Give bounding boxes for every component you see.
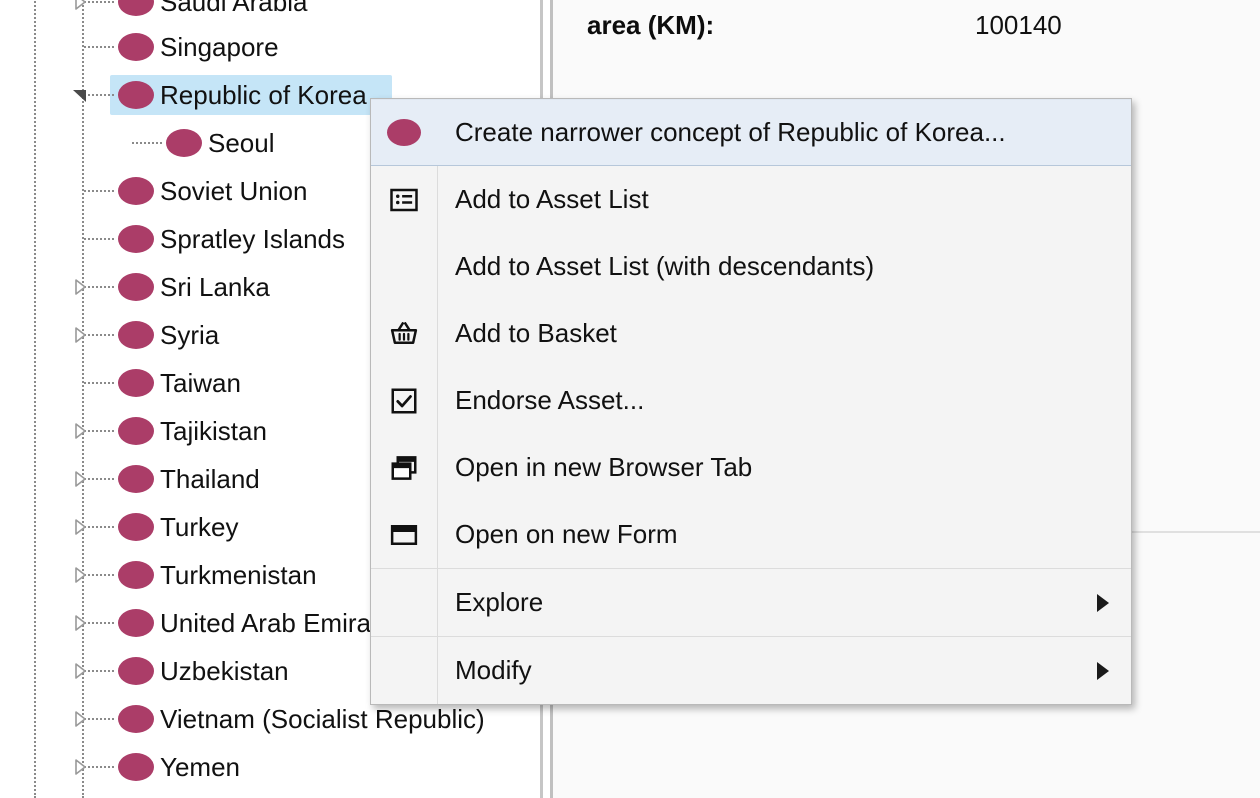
concept-circle-icon <box>118 513 154 541</box>
tree-connector-line <box>132 142 162 144</box>
tree-expand-arrow-icon[interactable] <box>70 564 90 586</box>
tree-expand-arrow-icon[interactable] <box>70 516 90 538</box>
submenu-arrow-icon <box>1097 594 1109 612</box>
tree-node-label: Seoul <box>208 121 275 165</box>
tree-node-label: Singapore <box>160 25 279 69</box>
concept-circle-icon <box>118 753 154 781</box>
tree-node-label: Republic of Korea <box>160 73 367 117</box>
context-menu-item-icon-slot <box>371 434 437 501</box>
tree-node-label: Uzbekistan <box>160 649 289 693</box>
context-menu-item-label: Modify <box>455 655 532 686</box>
context-menu-item-icon-slot <box>371 166 437 233</box>
tree-node-label: Thailand <box>160 457 260 501</box>
tree-expand-arrow-icon[interactable] <box>70 420 90 442</box>
detail-field-label: area (KM): <box>587 5 714 45</box>
context-menu-item-icon-slot <box>371 233 437 300</box>
tree-expand-arrow-icon[interactable] <box>70 612 90 634</box>
context-menu-item[interactable]: Create narrower concept of Republic of K… <box>371 99 1131 166</box>
tree-node-label: Syria <box>160 313 219 357</box>
tree-node-row[interactable]: Saudi Arabia <box>0 0 540 24</box>
context-menu-item-icon-slot <box>371 501 437 568</box>
tree-node-label: Spratley Islands <box>160 217 345 261</box>
context-menu-item-icon-slot <box>371 569 437 636</box>
tree-node-label: United Arab Emirates <box>160 601 406 645</box>
concept-circle-icon <box>118 609 154 637</box>
context-menu-item-icon-slot <box>371 367 437 434</box>
concept-circle-icon <box>118 177 154 205</box>
concept-circle-icon <box>118 657 154 685</box>
context-menu-item-label: Create narrower concept of Republic of K… <box>455 117 1006 148</box>
tree-collapse-arrow-icon[interactable] <box>70 84 90 106</box>
context-menu-item[interactable]: Modify <box>371 637 1131 704</box>
context-menu-item-icon-slot <box>371 637 437 704</box>
tree-node-label: Yemen <box>160 745 240 789</box>
context-menu[interactable]: Create narrower concept of Republic of K… <box>370 98 1132 705</box>
tree-expand-arrow-icon[interactable] <box>70 0 90 13</box>
concept-circle-icon <box>118 33 154 61</box>
submenu-arrow-icon <box>1097 662 1109 680</box>
context-menu-item-icon-slot <box>371 300 437 367</box>
tree-expand-arrow-icon[interactable] <box>70 276 90 298</box>
tree-expand-arrow-icon[interactable] <box>70 708 90 730</box>
context-menu-item[interactable]: Open in new Browser Tab <box>371 434 1131 501</box>
context-menu-item-label: Open in new Browser Tab <box>455 452 752 483</box>
context-menu-item-label: Add to Asset List <box>455 184 649 215</box>
detail-field-value: 100140 <box>975 5 1062 45</box>
concept-circle-icon <box>118 0 154 16</box>
concept-circle-icon <box>118 321 154 349</box>
window-icon <box>389 520 419 550</box>
context-menu-item[interactable]: Add to Asset List <box>371 166 1131 233</box>
tree-node-label: Soviet Union <box>160 169 307 213</box>
context-menu-item-label: Add to Asset List (with descendants) <box>455 251 874 282</box>
concept-circle-icon <box>118 369 154 397</box>
concept-circle-icon <box>118 465 154 493</box>
context-menu-item[interactable]: Endorse Asset... <box>371 367 1131 434</box>
checkbox-check-icon <box>389 386 419 416</box>
concept-circle-icon <box>118 561 154 589</box>
tree-node-row[interactable]: Singapore <box>0 25 540 69</box>
tree-expand-arrow-icon[interactable] <box>70 660 90 682</box>
tree-node-label: Saudi Arabia <box>160 0 307 24</box>
concept-circle-icon <box>118 273 154 301</box>
tree-node-label: Turkmenistan <box>160 553 317 597</box>
concept-circle-icon <box>118 417 154 445</box>
concept-circle-icon <box>118 81 154 109</box>
context-menu-item-icon-slot <box>371 99 437 166</box>
context-menu-item-label: Open on new Form <box>455 519 678 550</box>
tree-expand-arrow-icon[interactable] <box>70 324 90 346</box>
context-menu-item[interactable]: Add to Asset List (with descendants) <box>371 233 1131 300</box>
windows-stack-icon <box>389 453 419 483</box>
tree-node-label: Turkey <box>160 505 239 549</box>
tree-expand-arrow-icon[interactable] <box>70 756 90 778</box>
tree-connector-line <box>84 238 114 240</box>
basket-icon <box>389 319 419 349</box>
concept-circle-icon <box>118 705 154 733</box>
application-window: Saudi ArabiaSingaporeRepublic of KoreaSe… <box>0 0 1260 798</box>
tree-connector-line <box>84 190 114 192</box>
tree-node-row[interactable]: Yemen <box>0 745 540 789</box>
tree-connector-line <box>84 382 114 384</box>
tree-node-label: Taiwan <box>160 361 241 405</box>
asset-list-icon <box>389 185 419 215</box>
tree-node-label: Sri Lanka <box>160 265 270 309</box>
context-menu-item[interactable]: Add to Basket <box>371 300 1131 367</box>
context-menu-item-label: Explore <box>455 587 543 618</box>
concept-circle-icon <box>166 129 202 157</box>
tree-connector-line <box>84 46 114 48</box>
context-menu-item[interactable]: Explore <box>371 569 1131 636</box>
context-menu-item[interactable]: Open on new Form <box>371 501 1131 568</box>
context-menu-item-label: Endorse Asset... <box>455 385 644 416</box>
tree-node-label: Tajikistan <box>160 409 267 453</box>
tree-expand-arrow-icon[interactable] <box>70 468 90 490</box>
context-menu-item-label: Add to Basket <box>455 318 617 349</box>
concept-circle-icon <box>387 119 421 146</box>
concept-circle-icon <box>118 225 154 253</box>
